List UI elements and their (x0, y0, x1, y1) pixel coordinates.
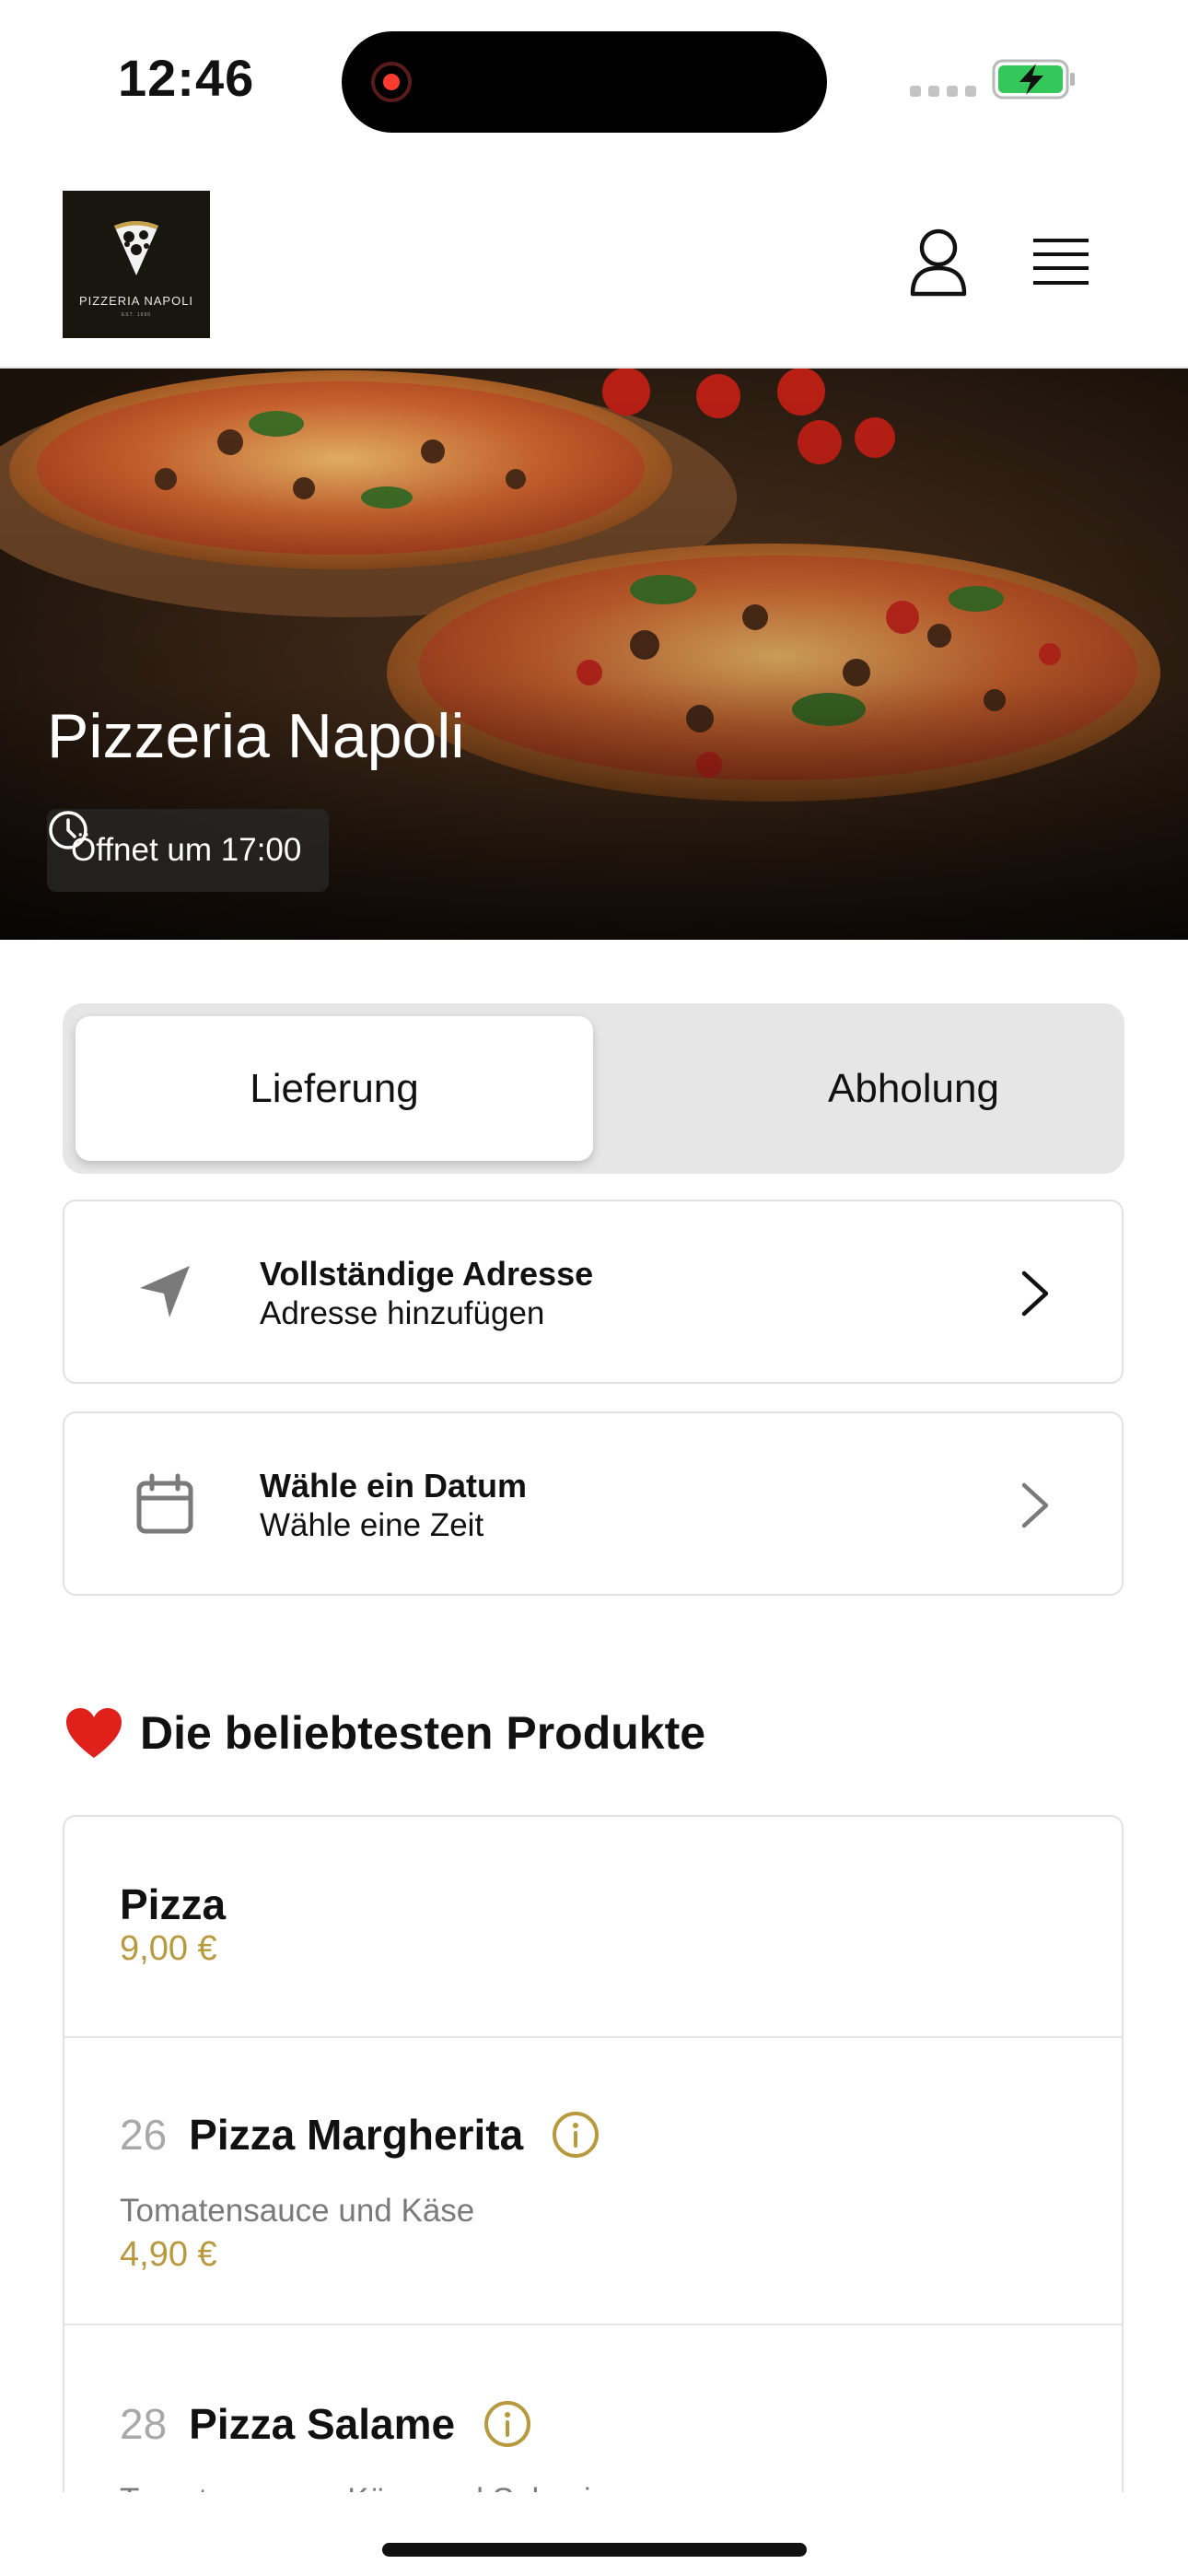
pizza-slice-logo-icon (114, 221, 158, 275)
product-number: 28 (120, 2400, 168, 2448)
date-card-subtitle: Wähle eine Zeit (260, 1507, 484, 1543)
tab-delivery[interactable]: Lieferung (76, 1016, 593, 1161)
date-time-card[interactable]: Wähle ein Datum Wähle eine Zeit (63, 1411, 1124, 1596)
product-price: 4,90 € (120, 2235, 217, 2274)
dynamic-island (342, 31, 827, 133)
recording-indicator-icon (371, 62, 412, 102)
product-description: Tomatensauce, Käse und Salami (120, 2482, 591, 2492)
hero-banner: Pizzeria Napoli Öffnet um 17:00 (0, 369, 1188, 940)
product-row[interactable]: 26 Pizza Margherita Tomatensauce und Käs… (64, 2036, 1122, 2325)
info-icon[interactable] (483, 2399, 532, 2449)
calendar-icon (136, 1473, 193, 1534)
category-price: 9,00 € (120, 1929, 217, 1968)
category-name: Pizza (120, 1880, 227, 1928)
user-account-icon[interactable] (907, 228, 970, 298)
logo-subtext: EST. 1990 (121, 312, 152, 318)
popular-products-title: Die beliebtesten Produkte (140, 1707, 706, 1759)
address-card[interactable]: Vollständige Adresse Adresse hinzufügen (63, 1200, 1124, 1384)
status-time: 12:46 (118, 49, 255, 107)
product-name: Pizza Margherita (189, 2111, 524, 2159)
address-card-title: Vollständige Adresse (260, 1255, 594, 1293)
logo-text: PIZZERIA NAPOLI (78, 294, 194, 308)
location-arrow-icon (140, 1266, 190, 1317)
product-number: 26 (120, 2111, 168, 2159)
category-row[interactable]: Pizza 9,00 € (64, 1817, 1122, 2038)
battery-charging-icon (992, 59, 1075, 100)
info-icon[interactable] (551, 2110, 600, 2160)
chevron-right-icon (1021, 1270, 1049, 1317)
product-row[interactable]: 28 Pizza Salame Tomatensauce, Käse und S… (64, 2325, 1122, 2492)
app-header: PIZZERIA NAPOLI EST. 1990 (0, 175, 1188, 369)
address-card-subtitle: Adresse hinzufügen (260, 1295, 545, 1331)
popular-products-heading: Die beliebtesten Produkte (64, 1706, 705, 1760)
home-indicator[interactable] (382, 2543, 807, 2557)
chevron-right-icon (1021, 1482, 1049, 1528)
date-card-title: Wähle ein Datum (260, 1467, 528, 1505)
product-name: Pizza Salame (189, 2400, 456, 2448)
clock-icon (49, 811, 87, 849)
opening-hours-text: Öffnet um 17:00 (71, 832, 302, 868)
product-description: Tomatensauce und Käse (120, 2193, 475, 2229)
status-bar: 12:46 (0, 0, 1188, 166)
heart-icon (66, 1708, 122, 1758)
opening-hours-badge: Öffnet um 17:00 (47, 809, 330, 892)
product-list: Pizza 9,00 € 26 Pizza Margherita Tomaten… (63, 1815, 1124, 2492)
restaurant-name: Pizzeria Napoli (47, 701, 465, 771)
order-mode-toggle: Lieferung Abholung (63, 1003, 1124, 1174)
cellular-signal-icon (910, 86, 976, 97)
hamburger-menu-icon[interactable] (1030, 237, 1092, 288)
pizzeria-logo[interactable]: PIZZERIA NAPOLI EST. 1990 (63, 191, 210, 338)
tab-pickup[interactable]: Abholung (655, 1016, 1172, 1161)
